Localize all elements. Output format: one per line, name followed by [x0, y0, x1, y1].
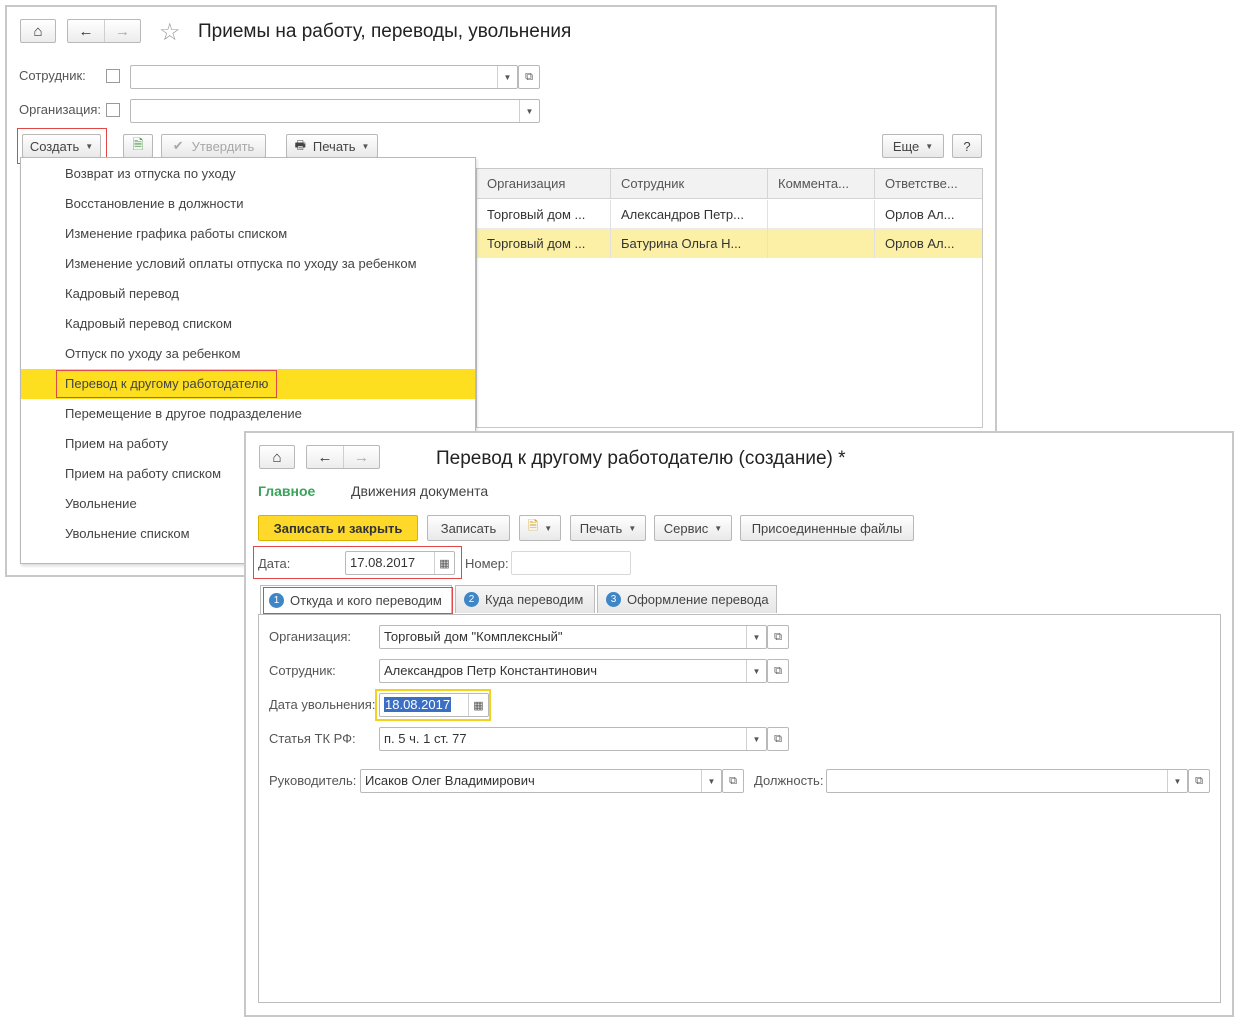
home-button[interactable]: ⌂: [259, 445, 295, 469]
chevron-down-icon: ▼: [925, 141, 934, 151]
chevron-down-icon[interactable]: ▼: [746, 660, 766, 682]
document-add-icon: 🗎: [132, 136, 144, 152]
nav-buttons: ← →: [306, 445, 380, 469]
back-arrow-icon[interactable]: ←: [68, 20, 104, 42]
create-based-button[interactable]: 🗎: [123, 134, 153, 158]
open-icon[interactable]: ⧉: [518, 65, 540, 89]
employee-label: Сотрудник:: [269, 663, 336, 678]
chevron-down-icon: ▼: [544, 523, 553, 533]
tab-transfer-registration[interactable]: 3 Оформление перевода: [597, 585, 777, 613]
organization-filter-checkbox[interactable]: [106, 103, 120, 117]
menu-item[interactable]: Кадровый перевод: [21, 279, 475, 309]
active-tab-highlight: [263, 587, 453, 614]
create-based-on-button[interactable]: 🗎 ▼: [519, 515, 561, 541]
printer-icon: 🖶: [294, 137, 306, 152]
print-button[interactable]: 🖶 Печать ▼: [286, 134, 378, 158]
nav-buttons: ← →: [67, 19, 141, 43]
organization-field[interactable]: Торговый дом "Комплексный" ▼: [379, 625, 767, 649]
column-header-organization[interactable]: Организация: [477, 169, 611, 199]
table-row[interactable]: Торговый дом ... Александров Петр... Орл…: [477, 200, 982, 229]
service-button[interactable]: Сервис ▼: [654, 515, 732, 541]
menu-item[interactable]: Перемещение в другое подразделение: [21, 399, 475, 429]
employee-filter-field[interactable]: ▼: [130, 65, 518, 89]
number-label: Номер:: [465, 556, 509, 571]
open-icon[interactable]: ⧉: [767, 625, 789, 649]
save-and-close-button[interactable]: Записать и закрыть: [258, 515, 418, 541]
menu-item[interactable]: Возврат из отпуска по уходу: [21, 159, 475, 189]
favorite-star-icon[interactable]: ☆: [159, 18, 181, 47]
article-field[interactable]: п. 5 ч. 1 ст. 77 ▼: [379, 727, 767, 751]
open-icon[interactable]: ⧉: [722, 769, 744, 793]
home-icon: ⌂: [33, 22, 43, 40]
tab-document-movements[interactable]: Движения документа: [351, 483, 488, 499]
home-icon: ⌂: [272, 448, 282, 466]
chevron-down-icon[interactable]: ▼: [497, 66, 517, 88]
organization-filter-field[interactable]: ▼: [130, 99, 540, 123]
date-field-highlight: [253, 546, 462, 579]
help-button[interactable]: ?: [952, 134, 982, 158]
chevron-down-icon: ▼: [628, 523, 637, 533]
manager-field[interactable]: Исаков Олег Владимирович ▼: [360, 769, 722, 793]
more-button[interactable]: Еще ▼: [882, 134, 944, 158]
column-header-comment[interactable]: Коммента...: [768, 169, 875, 199]
document-gear-icon: 🗎: [527, 518, 539, 533]
document-window: ⌂ ← → Перевод к другому работодателю (со…: [244, 431, 1234, 1017]
menu-item[interactable]: Отпуск по уходу за ребенком: [21, 339, 475, 369]
back-arrow-icon[interactable]: ←: [307, 446, 343, 468]
table-header: Организация Сотрудник Коммента... Ответс…: [477, 169, 982, 199]
tab-main[interactable]: Главное: [258, 483, 315, 499]
organization-filter-label: Организация:: [19, 102, 102, 117]
column-header-employee[interactable]: Сотрудник: [611, 169, 768, 199]
position-label: Должность:: [754, 773, 824, 788]
article-label: Статья ТК РФ:: [269, 731, 356, 746]
chevron-down-icon[interactable]: ▼: [746, 626, 766, 648]
attached-files-button[interactable]: Присоединенные файлы: [740, 515, 914, 541]
position-field[interactable]: ▼: [826, 769, 1188, 793]
document-title: Перевод к другому работодателю (создание…: [436, 448, 846, 469]
menu-item-highlight: [56, 370, 277, 398]
tab-where-to[interactable]: 2 Куда переводим: [455, 585, 595, 613]
open-icon[interactable]: ⧉: [1188, 769, 1210, 793]
chevron-down-icon: ▼: [714, 523, 723, 533]
chevron-down-icon[interactable]: ▼: [701, 770, 721, 792]
page-title: Приемы на работу, переводы, увольнения: [198, 21, 572, 42]
menu-item[interactable]: Восстановление в должности: [21, 189, 475, 219]
open-icon[interactable]: ⧉: [767, 659, 789, 683]
manager-label: Руководитель:: [269, 773, 357, 788]
employee-filter-label: Сотрудник:: [19, 68, 86, 83]
forward-arrow-icon[interactable]: →: [343, 446, 379, 468]
employee-field[interactable]: Александров Петр Константинович ▼: [379, 659, 767, 683]
home-button[interactable]: ⌂: [20, 19, 56, 43]
documents-table: Организация Сотрудник Коммента... Ответс…: [476, 168, 983, 428]
tab-panel: Организация: Торговый дом "Комплексный" …: [258, 614, 1221, 1003]
open-icon[interactable]: ⧉: [767, 727, 789, 751]
dismissal-date-label: Дата увольнения:: [269, 697, 376, 712]
chevron-down-icon[interactable]: ▼: [746, 728, 766, 750]
dismissal-date-highlight: [375, 689, 491, 721]
number-field[interactable]: [511, 551, 631, 575]
save-button[interactable]: Записать: [427, 515, 510, 541]
column-header-responsible[interactable]: Ответстве...: [875, 169, 982, 199]
chevron-down-icon: ▼: [361, 141, 370, 151]
menu-item[interactable]: Изменение графика работы списком: [21, 219, 475, 249]
organization-label: Организация:: [269, 629, 352, 644]
employee-filter-checkbox[interactable]: [106, 69, 120, 83]
menu-item[interactable]: Изменение условий оплаты отпуска по уход…: [21, 249, 475, 279]
chevron-down-icon[interactable]: ▼: [519, 100, 539, 122]
menu-item[interactable]: Кадровый перевод списком: [21, 309, 475, 339]
print-button[interactable]: Печать ▼: [570, 515, 646, 541]
checkmark-icon: ✔: [172, 138, 184, 153]
chevron-down-icon[interactable]: ▼: [1167, 770, 1187, 792]
approve-button[interactable]: ✔ Утвердить: [161, 134, 266, 158]
table-row-selected[interactable]: Торговый дом ... Батурина Ольга Н... Орл…: [477, 229, 982, 258]
forward-arrow-icon[interactable]: →: [104, 20, 140, 42]
